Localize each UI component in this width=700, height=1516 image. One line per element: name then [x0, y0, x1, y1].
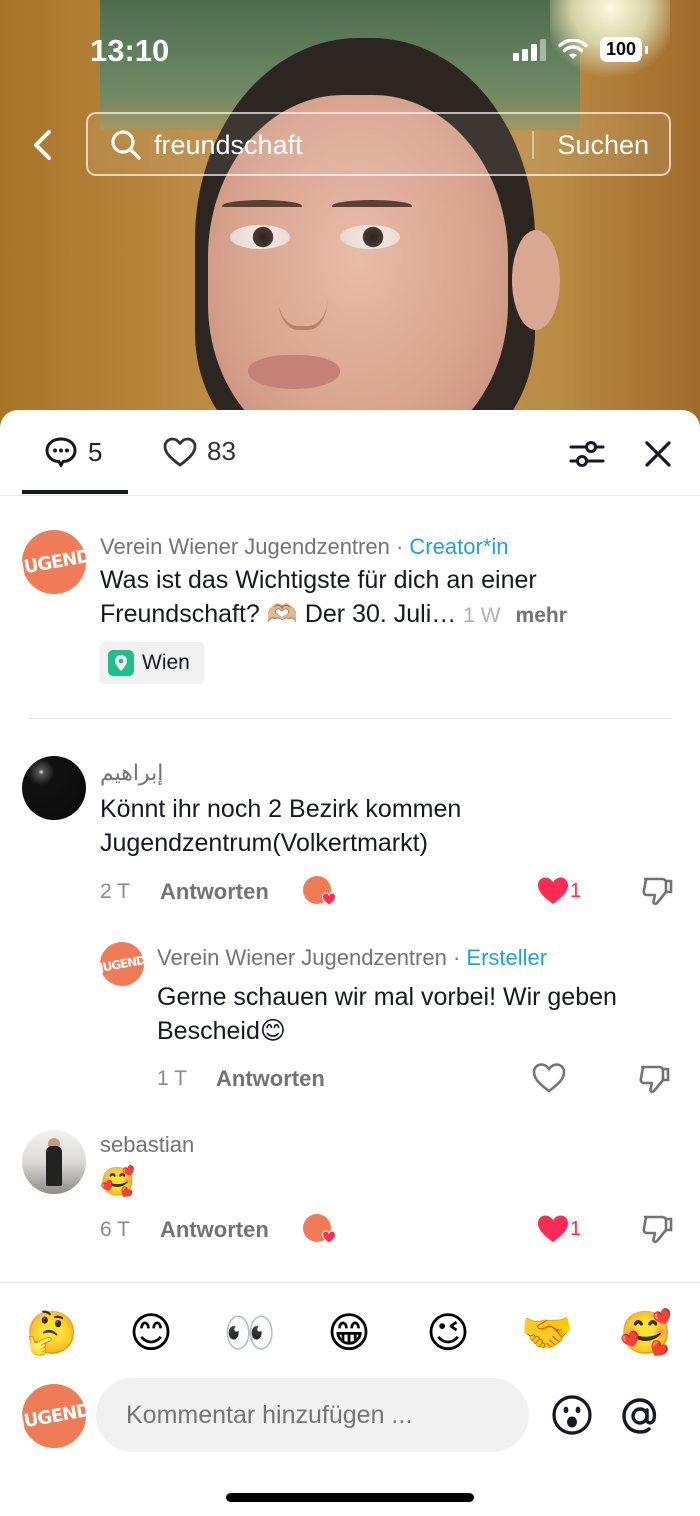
wifi-icon — [558, 38, 588, 59]
person-brow-right — [332, 200, 412, 212]
comment-bubble-icon — [45, 437, 77, 467]
comment-age: 6 T — [100, 1218, 130, 1241]
status-time: 13:10 — [90, 33, 170, 68]
heart-filled-icon[interactable] — [536, 1213, 570, 1245]
post-author-line[interactable]: Verein Wiener Jugendzentren · Creator*in — [100, 534, 508, 560]
status-bar: 13:10 100 — [0, 0, 700, 100]
thumbs-down-icon[interactable] — [640, 1212, 674, 1246]
sheet-tab-bar: 5 83 — [0, 410, 700, 496]
emoji-eyes[interactable]: 👀 — [222, 1305, 278, 1361]
location-chip[interactable]: Wien — [100, 642, 204, 684]
reply-text-line2: Bescheid😊 — [157, 1017, 286, 1045]
emoji-quick-bar: 🤔 😊 👀 😁 😉 🤝 🥰 — [0, 1282, 700, 1374]
post-caption: Was ist das Wichtigste für dich an einer… — [100, 563, 680, 633]
creator-heart-icon — [322, 1230, 336, 1244]
reply-text-line1: Gerne schauen wir mal vorbei! Wir geben — [157, 983, 617, 1011]
search-button[interactable]: Suchen — [557, 130, 649, 161]
creator-tag: Ersteller — [466, 945, 548, 970]
mention-icon[interactable] — [620, 1396, 660, 1436]
thumbs-down-icon[interactable] — [637, 1062, 671, 1096]
heart-filled-icon[interactable] — [536, 875, 570, 907]
comment-text-line2: Jugendzentrum(Volkertmarkt) — [100, 829, 428, 857]
reply-author-avatar[interactable]: JUGEND — [100, 942, 144, 986]
creator-tag: Creator*in — [409, 534, 509, 559]
tab-likes[interactable]: 83 — [163, 436, 236, 467]
reply-author-line[interactable]: Verein Wiener Jugendzentren · Ersteller — [157, 945, 547, 971]
status-icons: 100 — [512, 37, 649, 62]
filter-sliders-icon[interactable] — [568, 436, 606, 472]
close-icon[interactable] — [640, 436, 676, 472]
reply-button[interactable]: Antworten — [160, 1217, 269, 1243]
heart-outline-icon[interactable] — [532, 1062, 566, 1094]
reply-button[interactable]: Antworten — [216, 1066, 325, 1092]
heart-outline-icon — [163, 437, 197, 466]
person-eye-right — [340, 225, 400, 249]
emoji-grin[interactable]: 😁 — [321, 1305, 377, 1361]
creator-heart-icon — [322, 892, 336, 906]
emoji-hearts-face[interactable]: 🥰 — [618, 1305, 674, 1361]
avatar-logo-text: JUGEND — [100, 953, 144, 975]
comment-text-line1: Könnt ihr noch 2 Bezirk kommen — [100, 795, 462, 823]
active-tab-indicator — [22, 490, 128, 494]
back-button[interactable] — [22, 122, 62, 168]
comments-count: 5 — [88, 436, 103, 467]
comment-text: 🥰 — [100, 1166, 135, 1197]
search-icon — [111, 130, 141, 160]
reply-author-name[interactable]: Verein Wiener Jugendzentren — [157, 945, 447, 970]
comment-text: Könnt ihr noch 2 Bezirk kommen Jugendzen… — [100, 792, 670, 860]
reply-button[interactable]: Antworten — [160, 879, 269, 905]
tab-comments[interactable]: 5 — [44, 436, 102, 468]
home-indicator — [226, 1493, 474, 1502]
post-author-separator: · — [389, 534, 410, 559]
post-age: 1 W — [463, 604, 501, 627]
thumbs-down-icon[interactable] — [640, 874, 674, 908]
caption-divider — [28, 718, 672, 719]
more-link[interactable]: mehr — [516, 604, 567, 627]
post-author-avatar[interactable]: JUGEND — [22, 530, 86, 594]
search-divider — [532, 131, 534, 159]
reply-age: 1 T — [157, 1067, 187, 1090]
chevron-left-icon — [34, 130, 51, 160]
comment-author-name[interactable]: إبراهيم — [100, 760, 163, 786]
emoji-handshake[interactable]: 🤝 — [519, 1305, 575, 1361]
avatar-figure-body — [46, 1146, 62, 1186]
likes-count: 83 — [207, 436, 236, 466]
comment-input-row: JUGEND — [0, 1374, 700, 1466]
battery-icon: 100 — [599, 37, 649, 62]
comment-author-name[interactable]: sebastian — [100, 1132, 194, 1158]
avatar-logo-text: JUGEND — [22, 1399, 86, 1433]
like-count: 1 — [570, 1218, 582, 1240]
post-author-name[interactable]: Verein Wiener Jugendzentren — [100, 534, 390, 559]
person-nose — [278, 250, 328, 330]
post-caption-line1: Was ist das Wichtigste für dich an einer — [100, 566, 537, 594]
emoji-thinking[interactable]: 🤔 — [24, 1305, 80, 1361]
reply-author-separator: · — [446, 945, 467, 970]
emoji-picker-icon[interactable] — [551, 1394, 593, 1436]
signal-icon — [512, 38, 546, 61]
person-lips — [248, 355, 340, 389]
like-count: 1 — [570, 880, 582, 902]
search-bar[interactable]: freundschaft Suchen — [86, 112, 671, 176]
location-pin-icon — [108, 650, 134, 676]
current-user-avatar[interactable]: JUGEND — [22, 1384, 86, 1448]
comment-input[interactable] — [96, 1378, 529, 1452]
person-eye-left — [230, 225, 290, 249]
person-brow-left — [222, 200, 302, 212]
comment-author-avatar[interactable] — [22, 756, 86, 820]
location-label: Wien — [142, 651, 190, 674]
emoji-smile[interactable]: 😊 — [123, 1305, 179, 1361]
post-caption-line2: Freundschaft? 🫶🏼 Der 30. Juli… — [100, 600, 457, 628]
search-query[interactable]: freundschaft — [154, 130, 303, 161]
person-ear — [512, 230, 560, 330]
comment-author-avatar[interactable] — [22, 1130, 86, 1194]
comment-age: 2 T — [100, 880, 130, 903]
emoji-wink[interactable]: 😉 — [420, 1305, 476, 1361]
avatar-logo-text: JUGEND — [22, 545, 86, 579]
reply-text: Gerne schauen wir mal vorbei! Wir geben … — [157, 980, 687, 1048]
